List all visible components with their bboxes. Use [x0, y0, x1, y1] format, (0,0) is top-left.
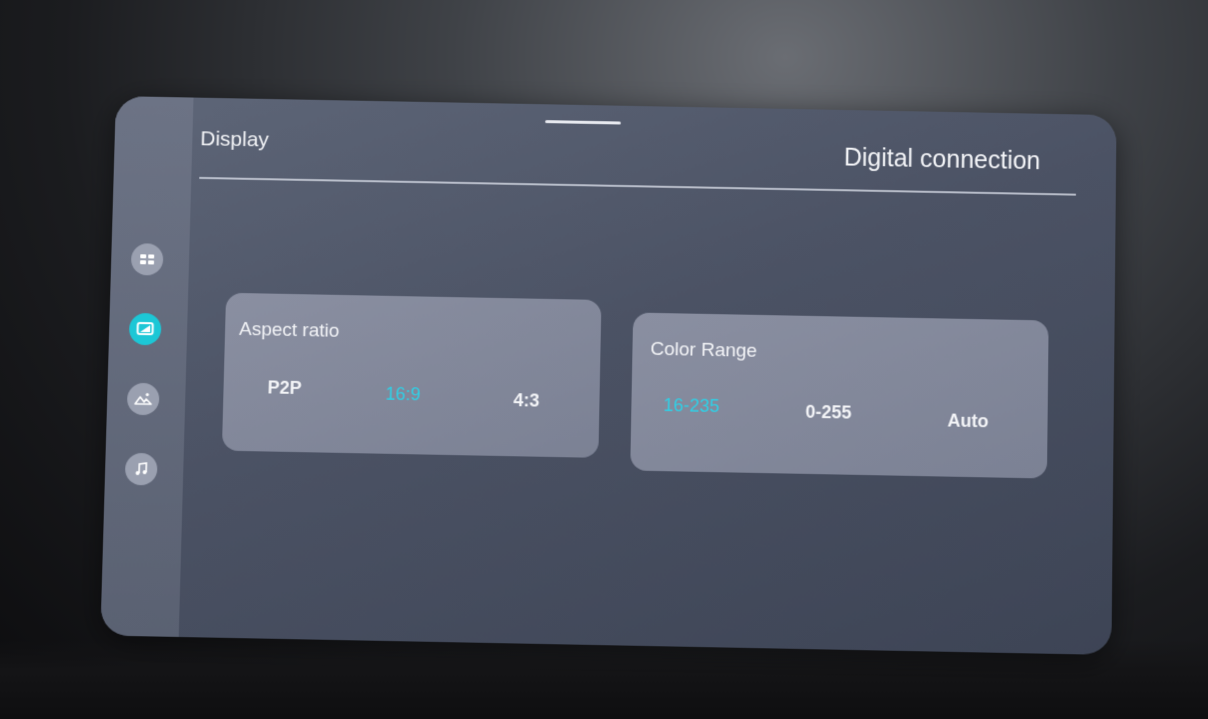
display-icon	[136, 322, 154, 336]
aspect-option-16-9[interactable]: 16:9	[385, 384, 421, 406]
drag-handle[interactable]	[545, 120, 621, 125]
color-range-card: Color Range 16-235 0-255 Auto	[630, 312, 1049, 479]
music-note-icon	[135, 461, 147, 475]
settings-panel: Display Digital connection Aspect ratio	[100, 96, 1117, 655]
section-title: Digital connection	[843, 143, 1041, 176]
page-title: Display	[200, 127, 270, 152]
header-divider	[199, 176, 1076, 196]
aspect-option-4-3[interactable]: 4:3	[513, 390, 539, 412]
sidebar	[100, 96, 194, 637]
aspect-ratio-card: Aspect ratio P2P 16:9 4:3	[221, 292, 602, 458]
color-option-16-235[interactable]: 16-235	[663, 395, 719, 417]
apps-grid-icon	[140, 254, 155, 266]
picture-icon	[134, 392, 152, 405]
aspect-option-p2p[interactable]: P2P	[267, 377, 302, 399]
color-option-auto[interactable]: Auto	[947, 410, 988, 432]
aspect-ratio-label: Aspect ratio	[238, 318, 340, 342]
color-option-0-255[interactable]: 0-255	[805, 402, 851, 424]
color-range-label: Color Range	[650, 338, 758, 362]
